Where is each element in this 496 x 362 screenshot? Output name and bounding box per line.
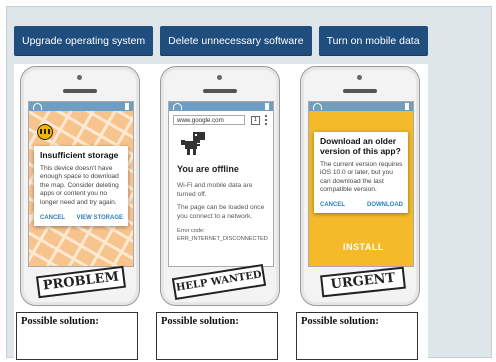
cancel-button[interactable]: CANCEL bbox=[40, 215, 65, 221]
offline-text-2: The page can be loaded once you connect … bbox=[177, 204, 265, 220]
camera-icon bbox=[77, 75, 82, 80]
phone-screen: Insufficient storage This device doesn't… bbox=[28, 101, 134, 267]
older-version-dialog: Download an older version of this app? T… bbox=[314, 132, 408, 213]
solution-box-3[interactable]: Possible solution: bbox=[296, 312, 418, 360]
phone-screen: www.google.com 1 You are offline Wi-Fi a… bbox=[168, 101, 274, 267]
camera-icon bbox=[357, 75, 362, 80]
phone-urgent: INSTALL Download an older version of thi… bbox=[300, 66, 420, 306]
solution-box-2[interactable]: Possible solution: bbox=[156, 312, 278, 360]
speaker-icon bbox=[343, 89, 377, 93]
upgrade-os-button[interactable]: Upgrade operating system bbox=[14, 26, 154, 56]
cancel-button[interactable]: CANCEL bbox=[320, 202, 345, 208]
menu-icon[interactable] bbox=[265, 115, 267, 125]
solution-label: Possible solution: bbox=[161, 316, 239, 327]
install-button[interactable]: INSTALL bbox=[343, 242, 384, 252]
taxi-app-icon bbox=[37, 124, 53, 140]
offline-title: You are offline bbox=[177, 164, 239, 174]
dialog-body: The current version requires iOS 10.0 or… bbox=[320, 160, 403, 194]
download-button[interactable]: DOWNLOAD bbox=[367, 202, 403, 208]
wifi-icon bbox=[33, 103, 42, 110]
status-bar bbox=[309, 102, 413, 111]
phone-problem: Insufficient storage This device doesn't… bbox=[20, 66, 140, 306]
status-bar bbox=[169, 102, 273, 111]
dialog-actions: CANCEL VIEW STORAGE bbox=[40, 215, 123, 221]
phone-help-wanted: www.google.com 1 You are offline Wi-Fi a… bbox=[160, 66, 280, 306]
dialog-title: Download an older version of this app? bbox=[320, 136, 401, 156]
solution-label: Possible solution: bbox=[21, 316, 99, 327]
battery-icon bbox=[265, 103, 269, 110]
dinosaur-icon bbox=[181, 132, 205, 155]
wifi-icon bbox=[173, 103, 182, 110]
urgent-stamp: URGENT bbox=[320, 266, 406, 298]
storage-dialog: Insufficient storage This device doesn't… bbox=[34, 146, 128, 226]
url-bar[interactable]: www.google.com bbox=[173, 115, 245, 125]
problem-stamp: PROBLEM bbox=[35, 265, 127, 299]
error-code: Error code: ERR_INTERNET_DISCONNECTED bbox=[177, 228, 268, 242]
camera-icon bbox=[217, 75, 222, 80]
solution-label: Possible solution: bbox=[301, 316, 379, 327]
battery-icon bbox=[405, 103, 409, 110]
dialog-body: This device doesn't have enough space to… bbox=[40, 164, 119, 207]
dialog-title: Insufficient storage bbox=[40, 150, 119, 160]
dialog-actions: CANCEL DOWNLOAD bbox=[320, 202, 403, 208]
status-bar bbox=[29, 102, 133, 111]
worksheet-panel: Insufficient storage This device doesn't… bbox=[14, 64, 428, 360]
wifi-icon bbox=[313, 103, 322, 110]
offline-text-1: Wi-Fi and mobile data are turned off. bbox=[177, 182, 253, 198]
mobile-data-button[interactable]: Turn on mobile data bbox=[318, 26, 428, 56]
delete-software-button[interactable]: Delete unnecessary software bbox=[160, 26, 312, 56]
battery-icon bbox=[125, 103, 129, 110]
speaker-icon bbox=[63, 89, 97, 93]
solution-box-1[interactable]: Possible solution: bbox=[16, 312, 138, 360]
answer-toolbar: Upgrade operating system Delete unnecess… bbox=[14, 26, 428, 56]
tabs-icon[interactable]: 1 bbox=[251, 116, 260, 125]
speaker-icon bbox=[203, 89, 237, 93]
view-storage-button[interactable]: VIEW STORAGE bbox=[76, 215, 123, 221]
phone-screen: INSTALL Download an older version of thi… bbox=[308, 101, 414, 267]
help-wanted-stamp: HELP WANTED bbox=[171, 263, 267, 301]
